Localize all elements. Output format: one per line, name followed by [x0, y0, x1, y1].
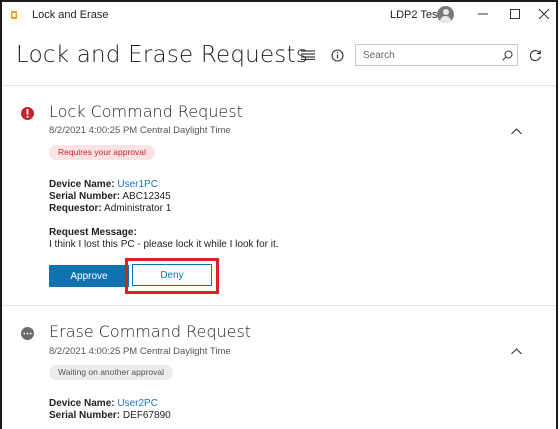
minimize-icon: [478, 13, 488, 15]
refresh-button[interactable]: [526, 46, 544, 64]
request-title: Erase Command Request: [49, 322, 252, 341]
info-button[interactable]: [328, 46, 346, 64]
card-divider: [2, 305, 556, 306]
refresh-icon: [529, 49, 541, 61]
deny-button[interactable]: Deny: [132, 264, 212, 286]
search-button[interactable]: [499, 47, 515, 63]
collapse-button[interactable]: [508, 125, 524, 137]
user-avatar-icon[interactable]: [437, 6, 454, 23]
close-icon: [539, 9, 549, 19]
app-logo-icon: [11, 11, 17, 19]
close-button[interactable]: [529, 4, 556, 24]
request-message-label: Request Message:: [49, 227, 137, 238]
serial-number-value: ABC12345: [122, 191, 171, 202]
minimize-button[interactable]: [468, 4, 498, 24]
device-name-link[interactable]: User1PC: [117, 179, 158, 190]
pending-icon: [21, 327, 34, 340]
device-name-label: Device Name:: [49, 398, 115, 409]
header-divider: [2, 85, 556, 86]
serial-number-label: Serial Number:: [49, 191, 121, 202]
title-bar: Lock and Erase LDP2 Test: [2, 2, 556, 28]
device-name-link[interactable]: User2PC: [117, 398, 158, 409]
list-view-button[interactable]: [299, 46, 317, 64]
request-date: 8/2/2021 4:00:25 PM Central Daylight Tim…: [49, 125, 231, 136]
list-icon: [301, 50, 315, 60]
window-title: Lock and Erase: [32, 9, 109, 21]
request-message-text: I think I lost this PC - please lock it …: [49, 239, 279, 250]
requestor-value: Administrator 1: [104, 203, 172, 214]
chevron-up-icon: [510, 347, 522, 354]
request-title: Lock Command Request: [49, 102, 243, 121]
status-badge: Requires your approval: [49, 145, 155, 160]
requestor-label: Requestor:: [49, 203, 102, 214]
maximize-button[interactable]: [500, 4, 530, 24]
search-icon: [501, 49, 513, 61]
serial-number-label: Serial Number:: [49, 410, 121, 421]
info-icon: [330, 48, 344, 62]
approve-button[interactable]: Approve: [49, 265, 129, 287]
chevron-up-icon: [510, 127, 522, 134]
serial-number-row: Serial Number: DEF67890: [49, 410, 171, 421]
request-date: 8/2/2021 4:00:25 PM Central Daylight Tim…: [49, 346, 231, 357]
request-message-heading: Request Message:: [49, 227, 137, 238]
requestor-row: Requestor: Administrator 1: [49, 203, 171, 214]
page-title: Lock and Erase Requests: [16, 42, 308, 68]
device-name-label: Device Name:: [49, 179, 115, 190]
serial-number-value: DEF67890: [122, 410, 171, 421]
status-badge: Waiting on another approval: [49, 365, 174, 380]
search-box: [355, 44, 518, 66]
search-input[interactable]: [356, 45, 496, 65]
user-name[interactable]: LDP2 Test: [390, 9, 441, 21]
serial-number-row: Serial Number: ABC12345: [49, 191, 171, 202]
error-icon: [21, 107, 34, 120]
device-name-row: Device Name: User1PC: [49, 179, 158, 190]
device-name-row: Device Name: User2PC: [49, 398, 158, 409]
collapse-button[interactable]: [508, 345, 524, 357]
app-window: Lock and Erase LDP2 Test Lock and Erase …: [0, 0, 558, 429]
maximize-icon: [510, 9, 520, 19]
